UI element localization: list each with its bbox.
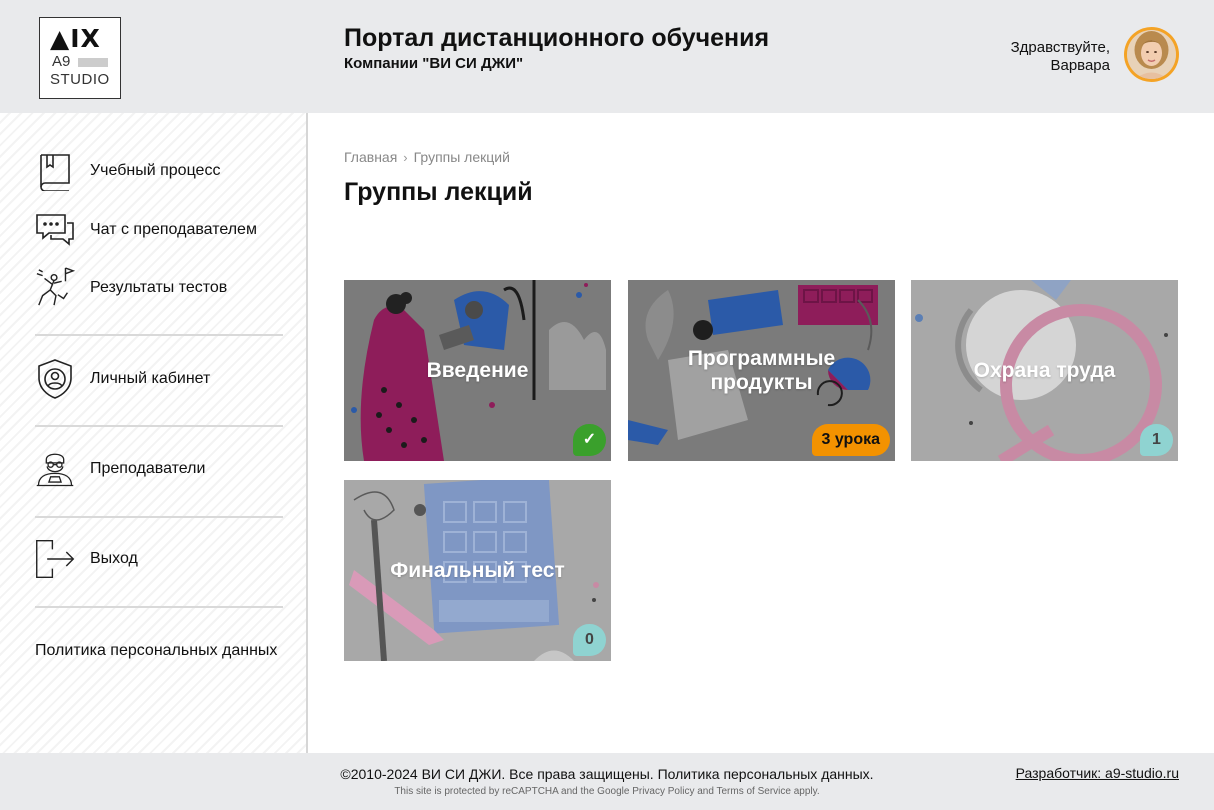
avatar-photo: [1127, 30, 1176, 79]
sidebar-item-chat[interactable]: Чат с преподавателем: [35, 210, 257, 250]
sidebar-item-label: Личный кабинет: [90, 370, 211, 387]
user-greeting: Здравствуйте, Варвара: [1011, 39, 1110, 75]
sidebar-item-learning[interactable]: Учебный процесс: [35, 151, 220, 191]
logo-a9-text: A9: [52, 53, 71, 70]
lecture-card-software[interactable]: Программные продукты 3 урока: [628, 280, 895, 461]
logo-bar: [78, 58, 108, 67]
book-icon: [35, 151, 75, 191]
sidebar-item-test-results[interactable]: Результаты тестов: [35, 267, 228, 308]
page-title: Группы лекций: [344, 178, 533, 206]
sidebar-item-teachers[interactable]: Преподаватели: [35, 449, 205, 489]
user-name: Варвара: [1050, 57, 1110, 74]
sidebar-item-label: Результаты тестов: [90, 279, 228, 296]
chevron-right-icon: ›: [403, 150, 408, 165]
card-title: Охрана труда: [973, 358, 1116, 382]
lecture-card-final-test[interactable]: Финальный тест 0: [344, 480, 611, 661]
completed-check-icon: ✓: [573, 424, 606, 456]
sidebar-divider: [35, 334, 283, 336]
header: ▲IX A9 STUDIO Портал дистанционного обуч…: [0, 0, 1214, 113]
sidebar-divider: [35, 606, 283, 608]
lessons-count-badge: 3 урока: [811, 424, 890, 456]
count-badge: 1: [1140, 424, 1173, 456]
sidebar-divider: [35, 516, 283, 518]
climber-icon: [35, 267, 75, 308]
avatar[interactable]: [1124, 27, 1179, 82]
sidebar-divider: [35, 425, 283, 427]
card-title: Финальный тест: [390, 558, 565, 582]
privacy-policy-link[interactable]: Политика персональных данных: [35, 641, 277, 661]
logo-mark: ▲IX: [50, 24, 101, 53]
sidebar-item-label: Чат с преподавателем: [90, 221, 257, 238]
footer: ©2010-2024 ВИ СИ ДЖИ. Все права защищены…: [0, 753, 1214, 810]
teacher-icon: [35, 449, 75, 489]
logo-studio-text: STUDIO: [50, 71, 110, 88]
portal-title: Портал дистанционного обучения: [344, 24, 770, 52]
sidebar-item-account[interactable]: Личный кабинет: [35, 359, 210, 399]
greeting-line: Здравствуйте,: [1010, 39, 1110, 56]
count-badge: 0: [573, 624, 606, 656]
sidebar-item-label: Выход: [90, 550, 138, 567]
sidebar: Учебный процесс Чат с преподавателем Рез…: [0, 113, 308, 753]
lecture-card-safety[interactable]: Охрана труда 1: [911, 280, 1178, 461]
sidebar-item-logout[interactable]: Выход: [35, 539, 138, 579]
developer-link[interactable]: Разработчик: a9-studio.ru: [1016, 765, 1179, 782]
sidebar-item-label: Преподаватели: [90, 460, 206, 477]
lecture-card-intro[interactable]: Введение ✓: [344, 280, 611, 461]
shield-user-icon: [35, 359, 75, 399]
portal-subtitle: Компании "ВИ СИ ДЖИ": [344, 55, 524, 72]
chat-icon: [35, 210, 75, 250]
logout-icon: [35, 539, 75, 579]
breadcrumb-home-link[interactable]: Главная: [344, 149, 397, 166]
a9-studio-logo[interactable]: ▲IX A9 STUDIO: [39, 17, 121, 99]
sidebar-item-label: Учебный процесс: [90, 162, 221, 179]
recaptcha-notice: This site is protected by reCAPTCHA and …: [394, 786, 820, 797]
breadcrumb: Главная › Группы лекций: [344, 149, 510, 166]
breadcrumb-current: Группы лекций: [413, 149, 510, 165]
card-title: Введение: [426, 358, 529, 382]
